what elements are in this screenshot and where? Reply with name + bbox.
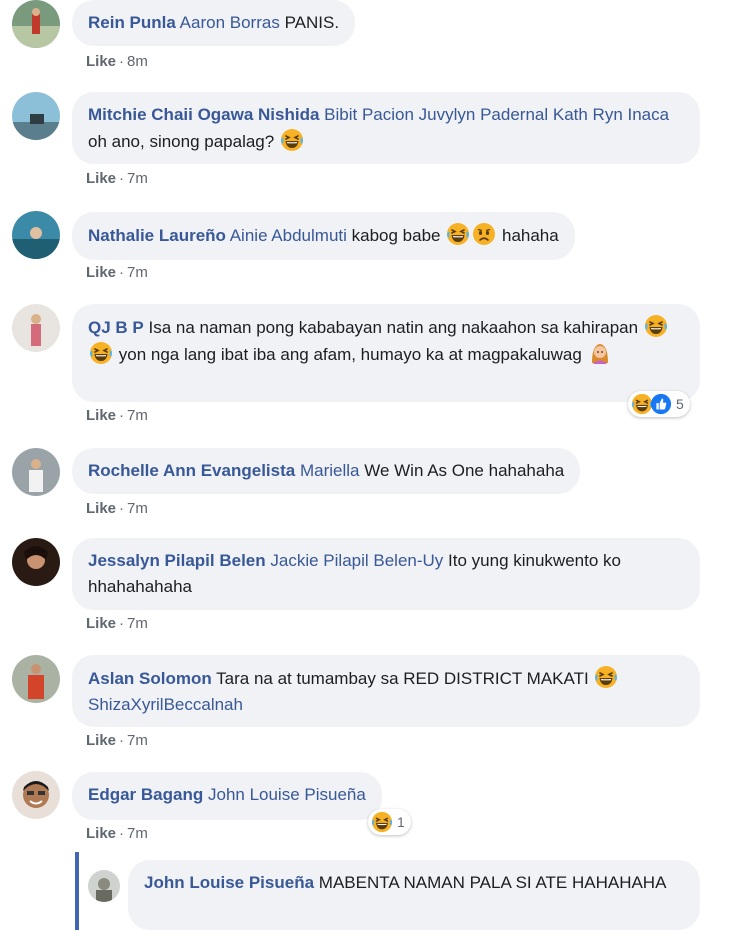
comment-meta: Like · 7m — [86, 170, 148, 187]
comment-meta: Like · 7m — [86, 407, 148, 424]
comment-text: kabog babe — [351, 226, 441, 245]
mention-link[interactable]: John Louise Pisueña — [208, 785, 366, 804]
comment-author[interactable]: Aslan Solomon — [88, 669, 212, 688]
woman-emoji-icon — [588, 341, 612, 365]
meta-separator: · — [119, 825, 125, 842]
laugh-emoji-icon — [89, 341, 113, 365]
mention-link[interactable]: Aaron Borras — [180, 13, 280, 32]
comment-author[interactable]: Edgar Bagang — [88, 785, 203, 804]
comment-time[interactable]: 8m — [127, 53, 148, 70]
reaction-count: 5 — [676, 396, 684, 412]
comment-author[interactable]: QJ B P — [88, 318, 144, 337]
avatar[interactable] — [12, 448, 60, 496]
like-button[interactable]: Like — [86, 732, 116, 749]
avatar[interactable] — [12, 538, 60, 586]
like-button[interactable]: Like — [86, 53, 116, 70]
comment-text-2: hahaha — [501, 226, 559, 245]
laugh-emoji-icon — [280, 128, 304, 152]
comment-bubble: QJ B P Isa na naman pong kababayan natin… — [72, 304, 700, 402]
avatar[interactable] — [12, 655, 60, 703]
comment-meta: Like · 7m — [86, 500, 148, 517]
comment-text-2: yon nga lang ibat iba ang afam, humayo k… — [118, 345, 582, 364]
comment-bubble: Rein Punla Aaron Borras PANIS. — [72, 0, 356, 46]
meta-separator: · — [119, 615, 125, 632]
meta-separator: · — [119, 170, 125, 187]
comment-time[interactable]: 7m — [127, 264, 148, 281]
reaction-summary[interactable]: 1 — [368, 809, 411, 835]
reply-text: MABENTA NAMAN PALA SI ATE HAHAHAHA — [318, 873, 667, 892]
comment-time[interactable]: 7m — [127, 615, 148, 632]
comment-text: PANIS. — [284, 13, 340, 32]
like-button[interactable]: Like — [86, 825, 116, 842]
laugh-emoji-icon — [644, 314, 668, 338]
comment-author[interactable]: Jessalyn Pilapil Belen — [88, 551, 266, 570]
reply-author[interactable]: John Louise Pisueña — [144, 873, 314, 892]
avatar[interactable] — [12, 771, 60, 819]
comment-text: Tara na at tumambay sa RED DISTRICT MAKA… — [216, 669, 589, 688]
mention-link[interactable]: Bibit Pacion Juvylyn Padernal Kath Ryn I… — [324, 105, 669, 124]
comment-bubble: Rochelle Ann Evangelista Mariella We Win… — [72, 448, 581, 494]
comment-meta: Like · 8m — [86, 53, 148, 70]
comment-author[interactable]: Nathalie Laureño — [88, 226, 226, 245]
comment-text: We Win As One hahahaha — [364, 461, 565, 480]
comment-time[interactable]: 7m — [127, 500, 148, 517]
meta-separator: · — [119, 732, 125, 749]
comment-time[interactable]: 7m — [127, 732, 148, 749]
like-button[interactable]: Like — [86, 615, 116, 632]
avatar[interactable] — [12, 211, 60, 259]
mention-link[interactable]: ShizaXyrilBeccalnah — [88, 695, 243, 714]
like-reaction-icon — [650, 393, 672, 415]
comment-author[interactable]: Mitchie Chaii Ogawa Nishida — [88, 105, 319, 124]
meta-separator: · — [119, 53, 125, 70]
comment-meta: Like · 7m — [86, 732, 148, 749]
laugh-reaction-icon — [371, 811, 393, 833]
reaction-summary[interactable]: 5 — [628, 391, 690, 417]
reaction-count: 1 — [397, 814, 405, 830]
comment-author[interactable]: Rein Punla — [88, 13, 176, 32]
sad-emoji-icon — [472, 222, 496, 246]
laugh-emoji-icon — [446, 222, 470, 246]
like-button[interactable]: Like — [86, 170, 116, 187]
meta-separator: · — [119, 500, 125, 517]
comment-time[interactable]: 7m — [127, 170, 148, 187]
comment-bubble: Edgar Bagang John Louise Pisueña — [72, 772, 382, 820]
comment-bubble: Nathalie Laureño Ainie Abdulmuti kabog b… — [72, 212, 575, 260]
comment-text: Isa na naman pong kababayan natin ang na… — [148, 318, 639, 337]
mention-link[interactable]: Ainie Abdulmuti — [230, 226, 347, 245]
avatar[interactable] — [88, 870, 120, 902]
meta-separator: · — [119, 407, 125, 424]
comment-time[interactable]: 7m — [127, 825, 148, 842]
avatar[interactable] — [12, 92, 60, 140]
comment-text: oh ano, sinong papalag? — [88, 132, 275, 151]
comment-meta: Like · 7m — [86, 615, 148, 632]
mention-link[interactable]: Jackie Pilapil Belen-Uy — [270, 551, 443, 570]
like-button[interactable]: Like — [86, 500, 116, 517]
reply-bubble: John Louise Pisueña MABENTA NAMAN PALA S… — [128, 860, 700, 930]
mention-link[interactable]: Mariella — [300, 461, 360, 480]
meta-separator: · — [119, 264, 125, 281]
comment-author[interactable]: Rochelle Ann Evangelista — [88, 461, 295, 480]
comment-bubble: Jessalyn Pilapil Belen Jackie Pilapil Be… — [72, 538, 700, 610]
like-button[interactable]: Like — [86, 264, 116, 281]
comment-meta: Like · 7m — [86, 264, 148, 281]
reply-thread-line — [75, 852, 79, 930]
laugh-emoji-icon — [594, 665, 618, 689]
avatar[interactable] — [12, 0, 60, 48]
comment-time[interactable]: 7m — [127, 407, 148, 424]
comment-bubble: Mitchie Chaii Ogawa Nishida Bibit Pacion… — [72, 92, 700, 164]
comment-meta: Like · 7m — [86, 825, 148, 842]
like-button[interactable]: Like — [86, 407, 116, 424]
comment-bubble: Aslan Solomon Tara na at tumambay sa RED… — [72, 655, 700, 727]
avatar[interactable] — [12, 304, 60, 352]
